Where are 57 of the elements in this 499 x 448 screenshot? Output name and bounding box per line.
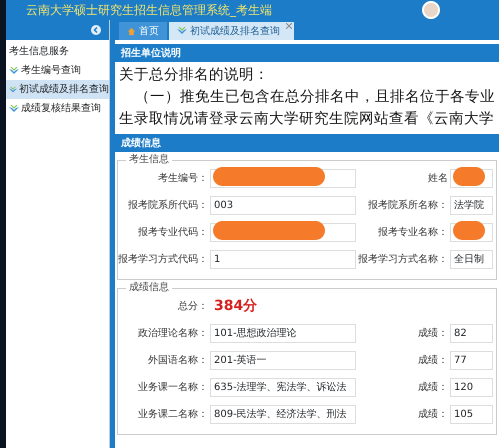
input-field[interactable] bbox=[210, 169, 356, 188]
input-field[interactable]: 201-英语一 bbox=[210, 351, 356, 370]
leaf-icon bbox=[9, 104, 19, 112]
fieldset-legend: 考生信息 bbox=[126, 154, 172, 166]
field-label: 成绩： bbox=[417, 326, 448, 341]
input-field[interactable]: 101-思想政治理论 bbox=[210, 324, 356, 343]
panel-header: 招生单位说明 bbox=[115, 44, 499, 62]
avatar-icon bbox=[422, 1, 440, 19]
tab[interactable]: 初试成绩及排名查询 bbox=[169, 22, 294, 40]
home-icon bbox=[127, 26, 136, 36]
input-field[interactable]: 120 bbox=[450, 378, 493, 397]
field-label: 业务课一名称： bbox=[137, 380, 208, 395]
sidebar-item[interactable]: 初试成绩及排名查询 bbox=[6, 80, 109, 99]
field-label: 成绩： bbox=[417, 354, 448, 368]
field-label: 报考院系所名称： bbox=[367, 198, 448, 213]
field-label: 外国语名称： bbox=[147, 354, 208, 368]
collapse-icon[interactable] bbox=[91, 25, 101, 35]
field-label: 报考学习方式名称： bbox=[357, 252, 448, 267]
app-title: 云南大学硕士研究生招生信息管理系统_考生端 bbox=[26, 3, 272, 17]
redaction-mark bbox=[453, 167, 485, 186]
field-label: 政治理论名称： bbox=[137, 327, 208, 341]
input-field[interactable]: 全日制 bbox=[450, 250, 493, 269]
panel-header: 成绩信息 bbox=[115, 134, 499, 152]
notice-text: （一）推免生已包含在总分排名中，且排名位于各专业 bbox=[134, 88, 495, 107]
notice-text: 生录取情况请登录云南大学研究生院网站查看《云南大学 bbox=[119, 110, 494, 129]
field-label: 成绩： bbox=[417, 408, 448, 422]
input-field[interactable]: 635-法理学、宪法学、诉讼法 bbox=[210, 378, 356, 397]
sidebar-item[interactable]: 成绩复核结果查询 bbox=[6, 99, 109, 118]
input-field[interactable]: 77 bbox=[450, 351, 493, 370]
field-label: 总分： bbox=[177, 300, 208, 314]
fieldset-legend: 成绩信息 bbox=[126, 282, 172, 294]
field-label: 报考专业代码： bbox=[137, 226, 208, 240]
leaf-icon bbox=[9, 86, 17, 94]
input-field[interactable]: 82 bbox=[450, 324, 493, 343]
leaf-icon bbox=[177, 27, 187, 35]
leaf-icon bbox=[9, 66, 19, 74]
input-field[interactable]: 法学院 bbox=[450, 196, 493, 215]
redaction-mark bbox=[453, 221, 485, 240]
input-field[interactable]: 809-民法学、经济法学、刑法 bbox=[210, 405, 356, 424]
close-icon[interactable] bbox=[286, 23, 292, 29]
field-label: 报考院系所代码： bbox=[127, 198, 208, 213]
sidebar-item[interactable]: 考生编号查询 bbox=[6, 61, 109, 80]
notice-heading: 关于总分排名的说明： bbox=[119, 66, 269, 85]
input-field[interactable] bbox=[450, 169, 493, 188]
input-field[interactable]: 105 bbox=[450, 405, 493, 424]
field-label: 报考专业名称： bbox=[377, 226, 448, 240]
field-label: 成绩： bbox=[417, 380, 448, 395]
field-label: 考生编号： bbox=[157, 172, 208, 186]
input-field[interactable]: 1 bbox=[210, 250, 356, 269]
input-field[interactable] bbox=[210, 223, 356, 242]
input-field[interactable]: 003 bbox=[210, 196, 356, 215]
tree-group-label[interactable]: 考生信息服务 bbox=[6, 40, 109, 61]
field-label: 报考学习方式代码： bbox=[118, 252, 208, 267]
field-label: 业务课二名称： bbox=[137, 408, 208, 422]
input-field[interactable] bbox=[450, 223, 493, 242]
field-label: 姓名 bbox=[427, 172, 448, 186]
total-score: 384分 bbox=[214, 297, 258, 316]
